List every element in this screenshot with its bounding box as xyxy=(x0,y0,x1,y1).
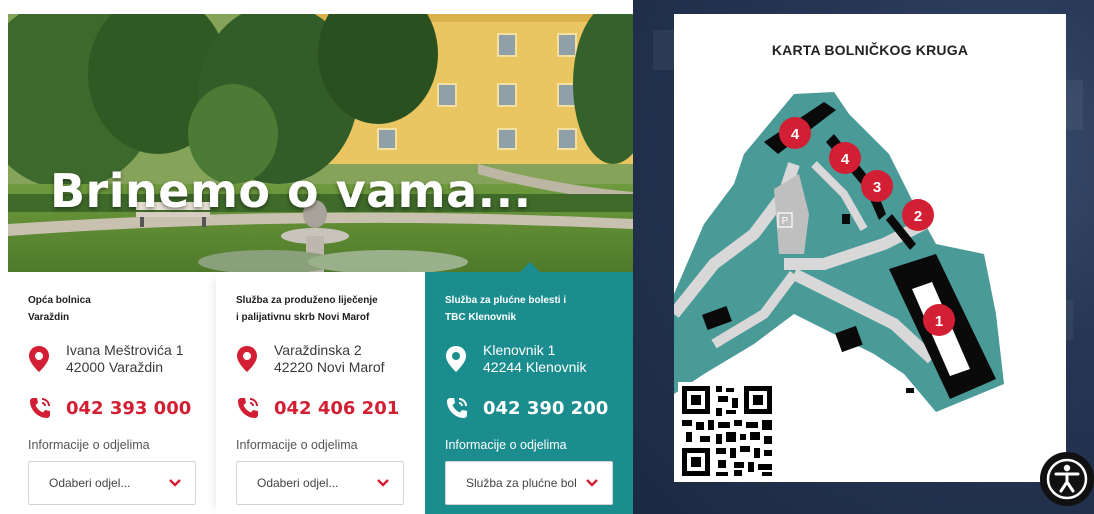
department-select[interactable]: Odaberi odjel... xyxy=(28,461,196,505)
card-title: Služba za produženo liječenje i palijati… xyxy=(236,295,378,323)
departments-label: Informacije o odjelima xyxy=(28,438,150,452)
department-select-value: Služba za plućne bolesti xyxy=(466,476,576,490)
map-marker[interactable]: 1 xyxy=(923,304,955,336)
location-card-klenovnik: Služba za plućne bolesti i TBC Klenovnik… xyxy=(425,272,633,514)
map-marker-label: 3 xyxy=(873,179,881,196)
department-select[interactable]: Služba za plućne bolesti xyxy=(445,461,613,505)
map-marker-label: 1 xyxy=(935,313,943,330)
hero-photo xyxy=(8,14,633,272)
location-card-varazdin: Opća bolnica Varaždin Ivana Meštrovića 1… xyxy=(8,272,216,514)
card-title: Služba za plućne bolesti i TBC Klenovnik xyxy=(445,295,567,323)
address: Klenovnik 1 42244 Klenovnik xyxy=(445,342,587,376)
phone-icon xyxy=(30,398,50,418)
map-marker[interactable]: 3 xyxy=(861,170,893,202)
qr-code xyxy=(678,382,776,480)
hero-title: Brinemo o vama... xyxy=(50,164,532,218)
parking-label: P xyxy=(782,216,789,227)
location-pin-icon xyxy=(237,346,257,372)
address: Ivana Meštrovića 1 42000 Varaždin xyxy=(28,342,184,376)
hero-banner: Brinemo o vama... xyxy=(8,14,633,272)
department-select[interactable]: Odaberi odjel... xyxy=(236,461,404,505)
accessibility-button[interactable] xyxy=(1040,452,1094,506)
campus-map-panel: P 4 4 3 2 1 KARTA BOLNIČKOG KRUGA xyxy=(674,14,1066,482)
location-card-novi-marof: Služba za produženo liječenje i palijati… xyxy=(216,272,425,514)
accessibility-icon xyxy=(1046,458,1088,500)
chevron-down-icon xyxy=(169,479,181,487)
phone-icon xyxy=(447,398,467,418)
phone-number: 042 390 200 xyxy=(483,397,609,419)
phone-link[interactable]: 042 390 200 xyxy=(445,396,608,420)
chevron-down-icon xyxy=(586,479,598,487)
departments-label: Informacije o odjelima xyxy=(236,438,358,452)
department-select-value: Odaberi odjel... xyxy=(257,476,339,490)
page: Brinemo o vama... Opća bolnica Varaždin … xyxy=(0,0,1094,514)
phone-link[interactable]: 042 393 000 xyxy=(28,396,191,420)
phone-number: 042 406 201 xyxy=(274,397,400,419)
phone-number: 042 393 000 xyxy=(66,397,192,419)
department-select-value: Odaberi odjel... xyxy=(49,476,131,490)
map-marker-label: 4 xyxy=(841,151,850,168)
chevron-down-icon xyxy=(377,479,389,487)
location-pin-icon xyxy=(29,346,49,372)
location-pin-icon xyxy=(446,346,466,372)
phone-link[interactable]: 042 406 201 xyxy=(236,396,399,420)
map-marker[interactable]: 4 xyxy=(829,142,861,174)
departments-label: Informacije o odjelima xyxy=(445,438,567,452)
map-marker-label: 2 xyxy=(914,208,922,225)
active-card-indicator xyxy=(520,262,540,272)
address: Varaždinska 2 42220 Novi Marof xyxy=(236,342,385,376)
map-marker[interactable]: 4 xyxy=(779,117,811,149)
phone-icon xyxy=(238,398,258,418)
card-title: Opća bolnica Varaždin xyxy=(28,295,91,323)
map-marker-label: 4 xyxy=(791,126,800,143)
map-marker[interactable]: 2 xyxy=(902,199,934,231)
map-title: KARTA BOLNIČKOG KRUGA xyxy=(771,42,969,58)
